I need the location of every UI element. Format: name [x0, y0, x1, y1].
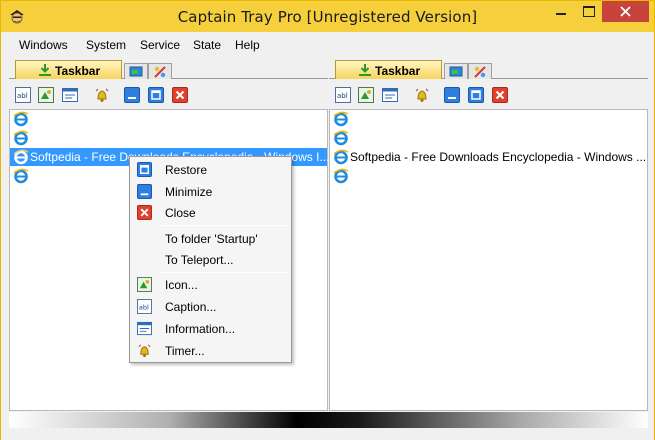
close-icon[interactable]	[172, 87, 188, 103]
information-icon	[137, 321, 152, 336]
right-window-list[interactable]: Softpedia - Free Downloads Encyclopedia …	[329, 109, 648, 411]
list-item[interactable]	[330, 167, 647, 185]
right-tab-taskbar-label: Taskbar	[375, 64, 421, 78]
minimize-icon	[137, 184, 152, 199]
maximize-window-button[interactable]	[574, 1, 601, 22]
minimize-window-button[interactable]	[547, 1, 574, 22]
internet-explorer-icon	[13, 111, 29, 127]
information-icon[interactable]	[382, 87, 398, 103]
context-menu-separator	[160, 225, 289, 226]
context-menu-separator	[160, 272, 289, 273]
svg-text:abl: abl	[139, 303, 149, 311]
minimize-icon[interactable]	[444, 87, 460, 103]
right-pane: Taskbar abl Softpedia - Free Downloads E…	[329, 57, 648, 412]
download-arrow-icon	[39, 64, 51, 76]
svg-text:abl: abl	[337, 92, 348, 100]
context-menu-label: To Teleport...	[165, 253, 234, 267]
menu-bar: Windows System Service State Help	[9, 33, 648, 55]
context-menu-to-teleport[interactable]: To Teleport...	[132, 249, 289, 270]
minimize-icon[interactable]	[124, 87, 140, 103]
close-icon[interactable]	[492, 87, 508, 103]
right-tab-taskbar[interactable]: Taskbar	[335, 60, 442, 79]
list-item[interactable]	[10, 110, 327, 128]
app-window: Captain Tray Pro [Unregistered Version] …	[0, 0, 655, 440]
context-menu-timer[interactable]: Timer...	[132, 340, 289, 361]
list-item[interactable]	[330, 110, 647, 128]
left-tab-tray[interactable]	[124, 63, 148, 79]
status-bar	[1, 429, 654, 440]
right-tab-strip: Taskbar	[329, 57, 648, 79]
close-icon	[137, 205, 152, 220]
restore-icon[interactable]	[468, 87, 484, 103]
window-icon-icon	[137, 277, 152, 292]
context-menu-label: Timer...	[165, 344, 205, 358]
left-toolbar: abl	[9, 83, 328, 107]
internet-explorer-icon	[333, 130, 349, 146]
timer-icon	[138, 344, 151, 358]
menu-system[interactable]: System	[86, 38, 126, 52]
list-item[interactable]: Softpedia - Free Downloads Encyclopedia …	[330, 148, 647, 166]
context-menu: Restore Minimize Close To folder 'Startu…	[129, 156, 292, 363]
context-menu-label: Close	[165, 206, 196, 220]
context-menu-to-startup[interactable]: To folder 'Startup'	[132, 228, 289, 249]
right-toolbar: abl	[329, 83, 648, 107]
context-menu-caption[interactable]: abl Caption...	[132, 296, 289, 317]
context-menu-label: To folder 'Startup'	[165, 232, 258, 246]
context-menu-icon[interactable]: Icon...	[132, 274, 289, 295]
menu-help[interactable]: Help	[235, 38, 260, 52]
internet-explorer-icon	[13, 130, 29, 146]
download-arrow-icon	[359, 64, 371, 76]
teleport-icon	[154, 66, 166, 78]
context-menu-label: Caption...	[165, 300, 217, 314]
context-menu-minimize[interactable]: Minimize	[132, 181, 289, 202]
menu-state[interactable]: State	[193, 38, 221, 52]
right-tab-tray[interactable]	[444, 63, 468, 79]
internet-explorer-icon	[13, 168, 29, 184]
list-item-text: Softpedia - Free Downloads Encyclopedia …	[350, 150, 647, 164]
svg-text:abl: abl	[17, 92, 28, 100]
left-tab-teleport[interactable]	[148, 63, 172, 79]
tray-window-icon	[449, 66, 463, 77]
restore-icon[interactable]	[148, 87, 164, 103]
tray-window-icon	[129, 66, 143, 77]
left-tab-taskbar-label: Taskbar	[55, 64, 101, 78]
list-item[interactable]	[330, 129, 647, 147]
context-menu-restore[interactable]: Restore	[132, 159, 289, 180]
title-bar[interactable]: Captain Tray Pro [Unregistered Version]	[1, 1, 654, 32]
left-tab-strip: Taskbar	[9, 57, 328, 79]
context-menu-label: Restore	[165, 163, 208, 177]
status-gradient-bar	[9, 412, 648, 428]
caption-icon[interactable]: abl	[335, 87, 351, 103]
menu-service[interactable]: Service	[140, 38, 180, 52]
context-menu-information[interactable]: Information...	[132, 318, 289, 339]
internet-explorer-icon	[333, 168, 349, 184]
window-icon-icon[interactable]	[38, 87, 54, 103]
window-icon-icon[interactable]	[358, 87, 374, 103]
caption-icon[interactable]: abl	[15, 87, 31, 103]
internet-explorer-icon	[333, 111, 349, 127]
context-menu-label: Icon...	[165, 278, 198, 292]
information-icon[interactable]	[62, 87, 78, 103]
menu-windows[interactable]: Windows	[19, 38, 68, 52]
context-menu-label: Minimize	[165, 185, 213, 199]
timer-icon[interactable]	[94, 87, 110, 103]
close-window-button[interactable]	[602, 1, 649, 22]
teleport-icon	[474, 66, 486, 78]
list-item[interactable]	[10, 129, 327, 147]
context-menu-close[interactable]: Close	[132, 202, 289, 223]
left-tab-taskbar[interactable]: Taskbar	[15, 60, 122, 79]
context-menu-label: Information...	[165, 322, 236, 336]
caption-icon: abl	[137, 299, 152, 314]
close-x-icon	[620, 6, 631, 17]
internet-explorer-icon	[333, 149, 349, 165]
right-tab-teleport[interactable]	[468, 63, 492, 79]
restore-icon	[137, 162, 152, 177]
internet-explorer-icon	[13, 149, 29, 165]
timer-icon[interactable]	[414, 87, 430, 103]
